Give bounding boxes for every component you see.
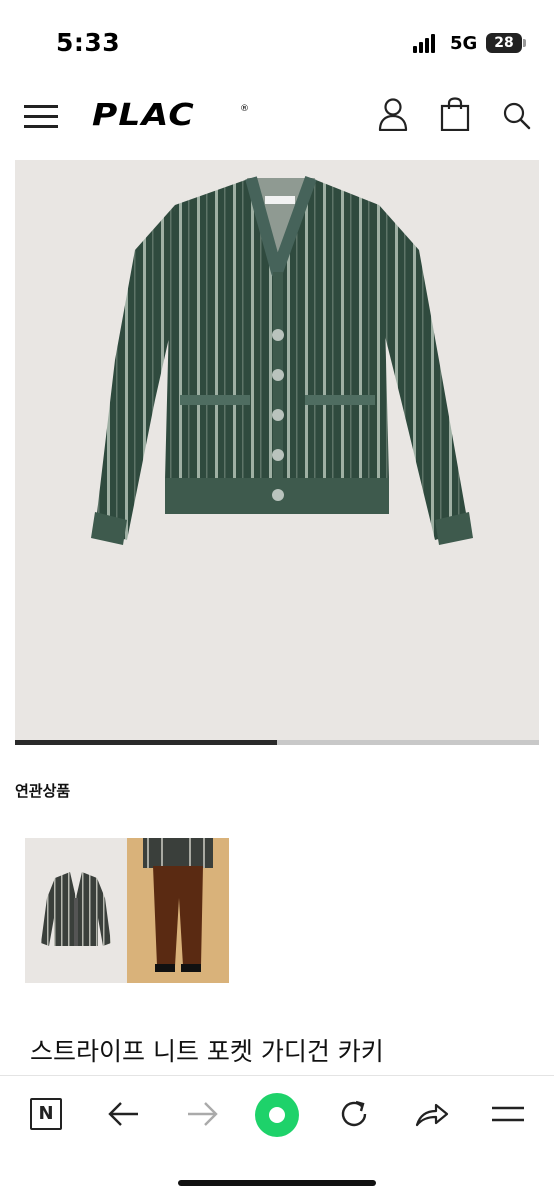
hamburger-menu-icon[interactable] — [24, 105, 58, 129]
home-indicator — [178, 1180, 376, 1186]
forward-arrow-icon[interactable] — [182, 1094, 222, 1134]
brand-logo[interactable]: PLAC — [92, 98, 195, 133]
refresh-icon[interactable] — [334, 1094, 374, 1134]
related-product-thumb[interactable] — [127, 838, 229, 983]
status-bar: 5:33 5G 28 — [0, 0, 554, 80]
search-icon[interactable] — [502, 101, 532, 131]
battery-icon: 28 — [486, 33, 522, 53]
signal-strength-icon — [413, 33, 441, 53]
status-time: 5:33 — [56, 28, 121, 57]
green-home-icon[interactable] — [255, 1093, 299, 1137]
naver-icon[interactable]: N — [30, 1098, 62, 1130]
carousel-progress-track — [15, 740, 539, 745]
cardigan-thumb-illustration — [41, 872, 111, 946]
related-products-title: 연관상품 — [15, 782, 71, 800]
product-hero-image[interactable] — [15, 160, 539, 740]
cardigan-illustration — [91, 175, 473, 545]
related-product-thumb[interactable] — [25, 838, 127, 983]
battery-tip — [523, 39, 526, 47]
carousel-progress-fill — [15, 740, 277, 745]
model-thumb-illustration — [127, 838, 229, 983]
back-arrow-icon[interactable] — [104, 1094, 144, 1134]
network-type: 5G — [450, 33, 478, 54]
share-icon[interactable] — [412, 1094, 452, 1134]
site-header: PLAC ® — [0, 82, 554, 152]
menu-icon[interactable] — [488, 1094, 528, 1134]
product-name: 스트라이프 니트 포켓 가디건 카키 — [30, 1037, 384, 1066]
registered-mark: ® — [240, 104, 249, 114]
user-icon[interactable] — [378, 97, 408, 132]
shopping-bag-icon[interactable] — [440, 97, 470, 132]
